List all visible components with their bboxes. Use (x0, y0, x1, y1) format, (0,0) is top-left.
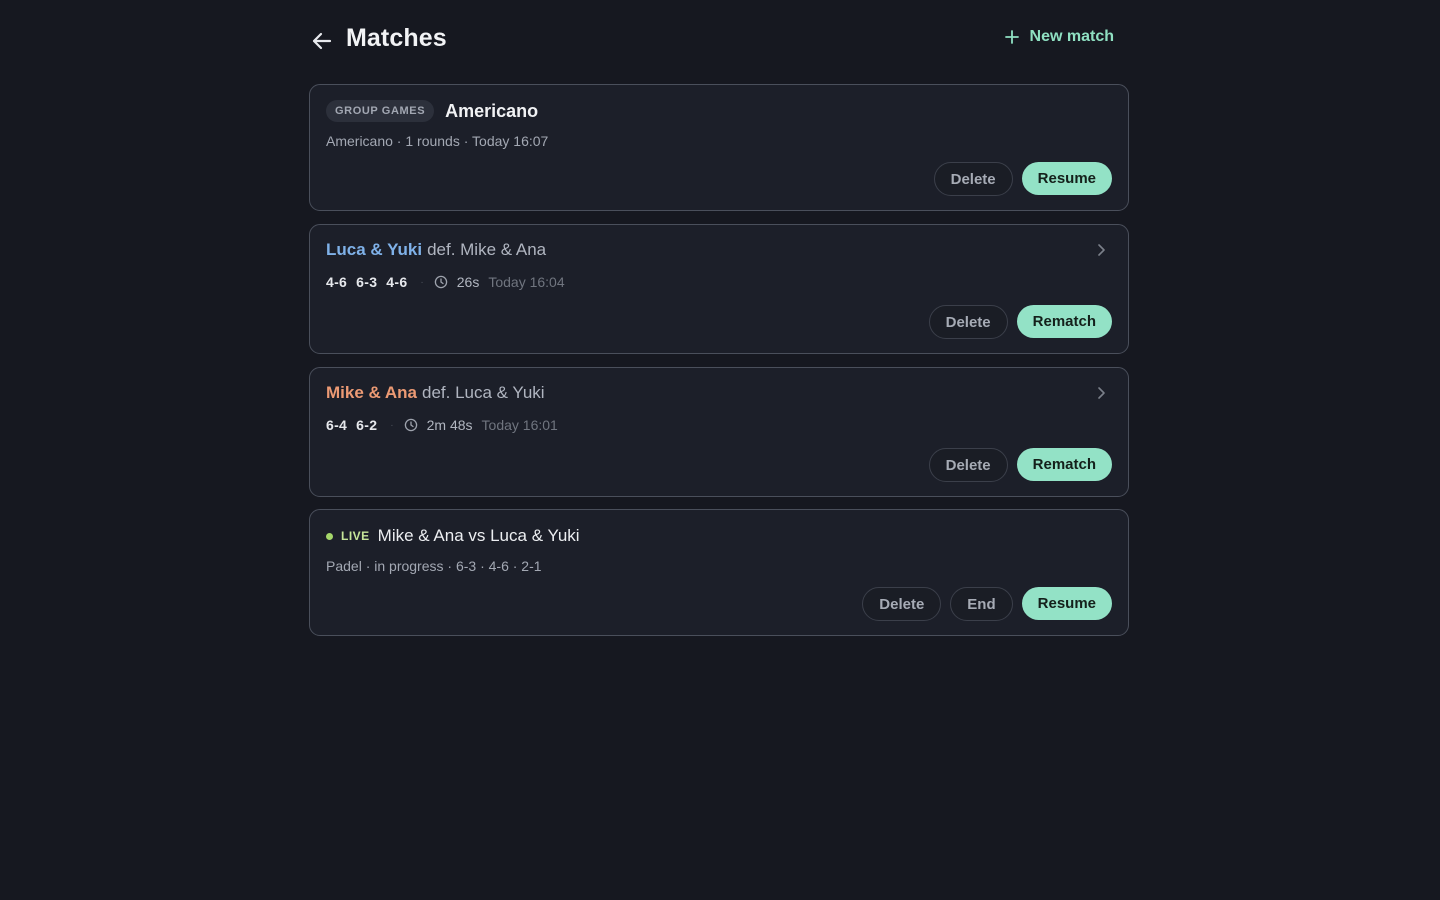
end-button[interactable]: End (950, 587, 1013, 621)
card-actions: Delete End Resume (862, 587, 1112, 621)
matches-page: Matches New match GROUP GAMES Americano … (0, 0, 1440, 900)
score-row: 4-6 6-3 4-6 · 26s Today 16:04 (326, 274, 565, 290)
card-title-row: LIVE Mike & Ana vs Luca & Yuki (326, 526, 580, 546)
rematch-button[interactable]: Rematch (1016, 448, 1112, 481)
clock-icon (434, 275, 448, 289)
card-actions: Delete Rematch (928, 448, 1112, 482)
card-title: Mike & Ana vs Luca & Yuki (377, 526, 580, 545)
card-title: Americano (445, 100, 539, 121)
match-duration: 2m 48s (426, 417, 473, 433)
plus-icon (1004, 30, 1019, 44)
set-score: 6-3 (356, 274, 378, 290)
score-row: 6-4 6-2 · 2m 48s Today 16:01 (326, 417, 558, 433)
resume-button[interactable]: Resume (1021, 587, 1112, 620)
chevron-right-icon[interactable] (1094, 243, 1108, 257)
separator-dot: · (420, 276, 424, 288)
delete-button[interactable]: Delete (862, 587, 942, 621)
match-duration: 26s (456, 274, 480, 290)
live-indicator-dot (326, 532, 333, 540)
card-meta: Americano · 1 rounds · Today 16:07 (326, 133, 549, 149)
card-title-row: Luca & Yuki def. Mike & Ana (326, 240, 546, 260)
set-score: 6-4 (326, 417, 348, 433)
result-text: def. Luca & Yuki (422, 383, 545, 402)
match-time: Today 16:01 (481, 417, 558, 433)
new-match-label: New match (1029, 28, 1114, 45)
separator-dot: · (390, 419, 394, 431)
clock-icon (404, 418, 417, 432)
result-text: def. Mike & Ana (427, 240, 547, 259)
back-button[interactable] (309, 28, 335, 54)
chevron-right-icon[interactable] (1094, 386, 1108, 400)
card-actions: Delete Resume (933, 162, 1112, 196)
resume-button[interactable]: Resume (1021, 162, 1112, 195)
delete-button[interactable]: Delete (933, 162, 1013, 196)
page-title: Matches (346, 24, 447, 52)
winner-team: Luca & Yuki (326, 240, 423, 259)
match-card-result[interactable]: Mike & Ana def. Luca & Yuki 6-4 6-2 · 2m… (309, 367, 1129, 497)
card-title-row: GROUP GAMES Americano (326, 100, 538, 122)
page-header: Matches New match (309, 22, 1131, 60)
card-actions: Delete Rematch (928, 305, 1112, 339)
set-score: 6-2 (356, 417, 378, 433)
match-time: Today 16:04 (488, 274, 565, 290)
new-match-button[interactable]: New match (1004, 28, 1114, 46)
match-card-americano: GROUP GAMES Americano Americano · 1 roun… (309, 84, 1129, 211)
arrow-left-icon (312, 32, 332, 50)
delete-button[interactable]: Delete (928, 448, 1008, 482)
set-score: 4-6 (386, 274, 408, 290)
rematch-button[interactable]: Rematch (1016, 305, 1112, 338)
delete-button[interactable]: Delete (928, 305, 1008, 339)
group-games-badge: GROUP GAMES (326, 100, 435, 122)
live-badge: LIVE (341, 529, 370, 543)
card-title-row: Mike & Ana def. Luca & Yuki (326, 383, 545, 403)
winner-team: Mike & Ana (326, 383, 418, 402)
set-score: 4-6 (326, 274, 348, 290)
match-card-result[interactable]: Luca & Yuki def. Mike & Ana 4-6 6-3 4-6 … (309, 224, 1129, 354)
card-meta: Padel · in progress · 6-3 · 4-6 · 2-1 (326, 558, 542, 574)
match-card-live: LIVE Mike & Ana vs Luca & Yuki Padel · i… (309, 509, 1129, 636)
